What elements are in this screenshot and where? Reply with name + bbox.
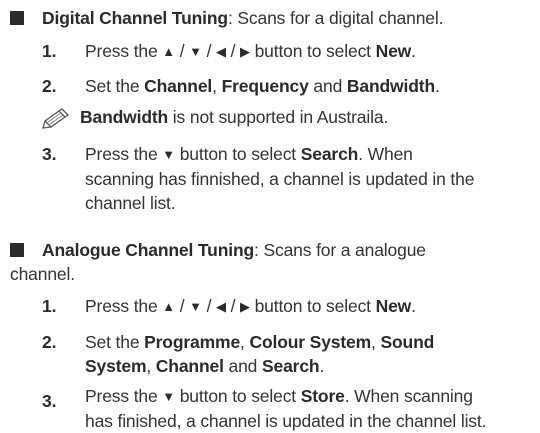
square-bullet-icon [10, 243, 24, 257]
right-arrow-icon: ▶ [240, 44, 250, 59]
step-number: 3. [42, 144, 57, 164]
digital-tuning-title: Digital Channel Tuning [42, 8, 228, 28]
step-text: Press the ▲ / ▼ / ◀ / ▶ button to select… [85, 39, 530, 64]
down-arrow-icon: ▼ [189, 299, 202, 314]
step-text: Set the Programme, Colour System, Sound … [85, 332, 435, 376]
left-arrow-icon: ◀ [216, 299, 226, 314]
target-new: New [375, 41, 412, 61]
digital-tuning-heading: Digital Channel Tuning: Scans for a digi… [42, 6, 532, 30]
manual-page: Digital Channel Tuning: Scans for a digi… [0, 0, 540, 431]
up-arrow-icon: ▲ [162, 299, 176, 314]
up-arrow-icon: ▲ [162, 44, 176, 59]
step-text: Press the ▲ / ▼ / ◀ / ▶ button to select… [85, 294, 530, 319]
down-arrow-icon: ▼ [162, 389, 176, 404]
right-arrow-icon: ▶ [240, 299, 250, 314]
step-text: Press the ▼ button to select Store. When… [85, 386, 487, 431]
down-arrow-icon: ▼ [189, 44, 202, 59]
analogue-tuning-heading: Analogue Channel Tuning: Scans for a ana… [42, 240, 426, 260]
digital-tuning-desc: : Scans for a digital channel. [227, 8, 444, 28]
step-number: 3. [42, 391, 57, 411]
step-number: 2. [42, 332, 57, 352]
down-arrow-icon: ▼ [162, 147, 176, 162]
square-bullet-icon [10, 11, 24, 25]
step-text: Press the ▼ button to select Search. Whe… [85, 144, 475, 213]
note-pencil-icon [42, 108, 70, 129]
step-number: 1. [42, 296, 57, 316]
analogue-tuning-title: Analogue Channel Tuning [42, 240, 255, 260]
step-text: Set the Channel, Frequency and Bandwidth… [85, 76, 440, 96]
step-number: 1. [42, 41, 57, 61]
step-number: 2. [42, 76, 57, 96]
note-text: Bandwidth is not supported in Austraila. [80, 107, 389, 127]
left-arrow-icon: ◀ [216, 44, 226, 59]
